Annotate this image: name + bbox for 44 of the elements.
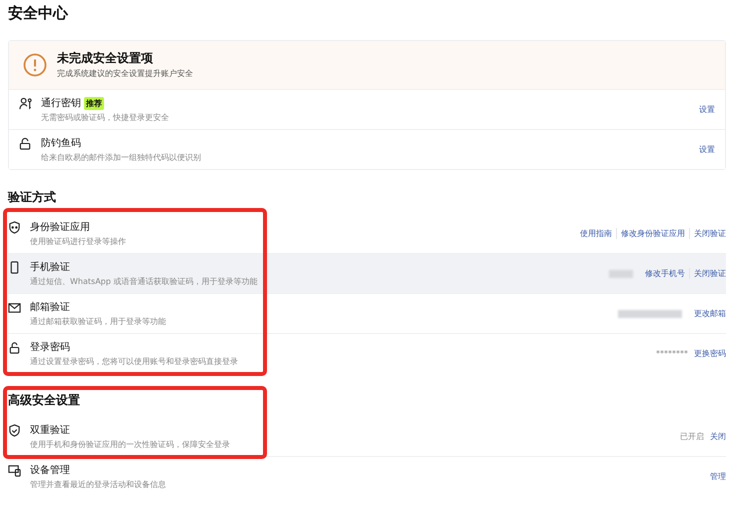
action-link[interactable]: 设置 — [695, 104, 715, 115]
item-description: 通过邮箱获取验证码，用于登录等功能 — [30, 316, 167, 326]
status-value: ******** — [656, 349, 688, 358]
item-description: 使用验证码进行登录等操作 — [30, 236, 127, 246]
devices-icon — [8, 464, 21, 477]
user-key-icon — [19, 97, 32, 110]
item-title: 双重验证 — [30, 424, 70, 436]
shield-check-icon — [8, 424, 21, 437]
section-title: 验证方式 — [8, 189, 57, 206]
item-description: 管理并查看最近的登录活动和设备信息 — [30, 478, 167, 490]
item-description: 无需密码或验证码，快捷登录更安全 — [41, 112, 170, 122]
recommended-badge: 推荐 — [84, 96, 104, 110]
action-link[interactable]: 关闭验证 — [689, 268, 726, 279]
status-value: 已开启 — [680, 431, 704, 442]
page-title: 安全中心 — [8, 4, 70, 22]
action-link[interactable]: 更改邮箱 — [690, 308, 726, 319]
mail-icon — [8, 301, 21, 314]
action-link[interactable]: 更换密码 — [690, 348, 726, 359]
action-link[interactable]: 设置 — [695, 144, 715, 155]
warning-icon — [23, 53, 47, 77]
alert-description: 完成系统建议的安全设置提升账户安全 — [57, 68, 193, 79]
item-description: 通过短信、WhatsApp 或语音通话获取验证码，用于登录等功能 — [30, 276, 258, 286]
action-link[interactable]: 修改身份验证应用 — [616, 228, 689, 239]
phone-icon — [8, 261, 21, 274]
item-description: 给来自欧易的邮件添加一组独特代码以便识别 — [41, 152, 202, 162]
action-link[interactable]: 修改手机号 — [641, 268, 689, 279]
item-title: 登录密码 — [30, 340, 70, 354]
item-title: 防钓鱼码 — [41, 136, 81, 150]
item-description: 使用手机和身份验证应用的一次性验证码，保障安全登录 — [30, 438, 231, 450]
action-link[interactable]: 使用指南 — [576, 228, 616, 239]
item-title: 邮箱验证 — [30, 300, 70, 314]
item-title: 手机验证 — [30, 260, 70, 274]
shield-face-icon — [8, 221, 21, 234]
alert-title: 未完成安全设置项 — [57, 51, 154, 66]
action-link[interactable]: 管理 — [706, 471, 726, 482]
item-title: 设备管理 — [30, 464, 70, 476]
item-title: 通行密钥 — [41, 96, 81, 110]
item-description: 通过设置登录密码，您将可以使用账号和登录密码直接登录 — [30, 356, 239, 366]
lock-icon — [8, 341, 21, 354]
item-title: 身份验证应用 — [30, 220, 90, 234]
lock-icon — [19, 137, 32, 150]
action-link[interactable]: 关闭 — [706, 431, 726, 442]
section-title: 高级安全设置 — [8, 392, 81, 409]
action-link[interactable]: 关闭验证 — [689, 228, 726, 239]
